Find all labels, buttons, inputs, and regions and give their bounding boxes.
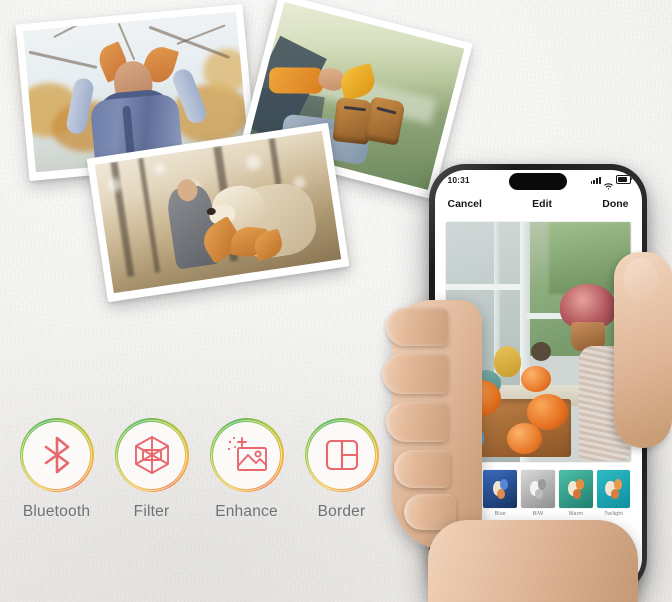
feature-ring (209, 418, 284, 492)
status-bar: 10:31 (435, 170, 642, 191)
filter-label: Warm (568, 510, 584, 517)
filter-thumbnail (483, 469, 518, 508)
wifi-icon (603, 177, 613, 190)
feature-bluetooth[interactable]: Bluetooth (9, 418, 104, 521)
filter-label: B/W (532, 510, 544, 517)
feature-list: Bluetooth Filter Enhance Border (9, 418, 389, 521)
filter-strip[interactable]: Original Blue B/W Warm Twilight (445, 469, 631, 517)
original-arrow-icon (452, 484, 474, 493)
filter-thumbnail (596, 469, 631, 508)
feature-ring (304, 418, 379, 492)
feature-ring (19, 418, 94, 492)
dynamic-island (509, 172, 567, 190)
bluetooth-icon (20, 418, 94, 492)
done-button[interactable]: Done (602, 198, 628, 210)
feature-label: Enhance (215, 503, 278, 520)
status-icons (590, 175, 632, 190)
filter-thumbnail (445, 469, 480, 508)
filter-thumbnail (558, 469, 593, 508)
filter-option-original[interactable]: Original (445, 469, 480, 517)
status-time: 10:31 (447, 174, 470, 185)
feature-label: Border (317, 503, 366, 520)
border-layout-icon (305, 418, 379, 492)
feature-enhance[interactable]: Enhance (199, 418, 294, 521)
edit-nav-bar: Cancel Edit Done (435, 191, 642, 217)
cancel-button[interactable]: Cancel (448, 198, 482, 210)
phone-in-hand: 10:31 Cancel Edit Done Original Blue B/W… (429, 164, 647, 594)
photo-dog-image (94, 130, 342, 294)
filter-option-twilight[interactable]: Twilight (596, 469, 631, 517)
feature-ring (114, 418, 189, 492)
cube-filter-icon (115, 418, 189, 492)
filter-label: Original (452, 510, 473, 517)
filter-thumbnail (521, 469, 555, 508)
feature-filter[interactable]: Filter (104, 418, 199, 521)
filter-label: Blue (494, 510, 506, 517)
phone-frame: 10:31 Cancel Edit Done Original Blue B/W… (429, 164, 647, 594)
phone-screen[interactable]: 10:31 Cancel Edit Done Original Blue B/W… (434, 169, 642, 589)
battery-icon (615, 175, 632, 184)
filter-label: Twilight (604, 510, 623, 517)
feature-border[interactable]: Border (294, 418, 389, 521)
scene: Bluetooth Filter Enhance Border 10:31 Ca… (0, 0, 672, 602)
feature-label: Bluetooth (22, 503, 91, 520)
filter-option-bw[interactable]: B/W (521, 469, 555, 517)
filter-option-warm[interactable]: Warm (558, 469, 593, 517)
signal-icon (590, 176, 601, 184)
feature-label: Filter (133, 503, 170, 520)
photo-sparkle-icon (210, 418, 284, 492)
photo-preview[interactable] (445, 221, 631, 462)
nav-title: Edit (532, 197, 553, 210)
filter-option-blue[interactable]: Blue (483, 469, 518, 517)
